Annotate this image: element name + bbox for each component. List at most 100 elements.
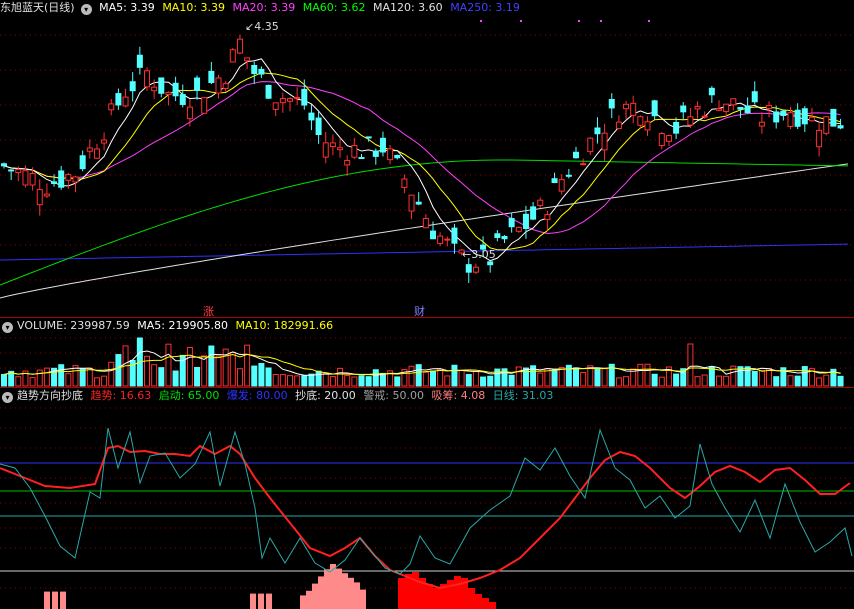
volume-bar xyxy=(708,366,715,387)
candle-body xyxy=(730,98,737,106)
accumulation-bar xyxy=(306,590,312,609)
volume-bar xyxy=(394,376,401,387)
candlestick-chart[interactable] xyxy=(0,0,854,318)
candle-body xyxy=(787,112,794,127)
volume-bar xyxy=(537,372,544,387)
volume-bar xyxy=(623,376,630,387)
candle-body xyxy=(179,94,186,105)
volume-bar xyxy=(773,376,780,387)
volume-bar xyxy=(480,376,487,387)
candle-body xyxy=(837,125,844,129)
volume-bar xyxy=(379,372,386,387)
candle-body xyxy=(801,108,808,125)
candle-body xyxy=(201,97,208,114)
volume-bar xyxy=(816,377,823,387)
candle-body xyxy=(294,96,301,99)
ma60-label: MA60: 3.62 xyxy=(302,1,366,14)
volume-bar xyxy=(158,367,165,387)
volume-bar xyxy=(272,373,279,387)
candle-body xyxy=(301,88,308,106)
candle-body xyxy=(351,145,358,158)
candle-body xyxy=(186,106,193,120)
candle-body xyxy=(51,181,58,185)
accumulation-bar-strong xyxy=(398,578,405,609)
candle-body xyxy=(651,100,658,117)
volume-bar xyxy=(15,376,22,387)
candle-body xyxy=(701,115,708,118)
volume-bar xyxy=(694,376,701,387)
candle-body xyxy=(780,110,787,116)
burst-label: 爆发: 80.00 xyxy=(226,389,288,402)
candle-body xyxy=(494,233,501,238)
candle-body xyxy=(501,235,508,240)
candle-body xyxy=(43,193,50,197)
accumulation-bar xyxy=(300,595,306,609)
candle-body xyxy=(673,121,680,134)
accumulation-bar xyxy=(258,593,264,609)
indicator-panel[interactable]: ▾ 趋势方向抄底 趋势: 16.63 启动: 65.00 爆发: 80.00 抄底… xyxy=(0,388,854,609)
signal-dot xyxy=(578,20,580,22)
candle-body xyxy=(515,226,522,232)
indicator-title: 趋势方向抄底 xyxy=(17,389,83,402)
accumulation-bar xyxy=(354,582,360,609)
accumulation-bar-strong xyxy=(433,588,440,609)
volume-bar xyxy=(451,364,458,387)
volume-bar xyxy=(322,372,329,387)
candle-body xyxy=(151,86,158,92)
candle-body xyxy=(265,84,272,99)
candle-body xyxy=(744,105,751,114)
candle-body xyxy=(387,148,394,161)
volume-bar xyxy=(751,370,758,387)
ma5-label: MA5: 3.39 xyxy=(99,1,155,14)
volume-bar xyxy=(465,374,472,387)
indicator-chart[interactable] xyxy=(0,388,854,609)
accumulate-label: 吸筹: 4.08 xyxy=(431,389,486,402)
trend-label: 趋势: 16.63 xyxy=(90,389,152,402)
volume-bar xyxy=(65,373,72,387)
chevron-down-icon[interactable]: ▾ xyxy=(80,4,92,15)
candle-body xyxy=(551,178,558,184)
candle-body xyxy=(208,70,215,83)
accumulation-bar-strong xyxy=(475,594,482,609)
volume-bar xyxy=(101,375,108,387)
chevron-down-icon[interactable]: ▾ xyxy=(2,322,13,333)
volume-panel[interactable]: ▾ VOLUME: 239987.59 MA5: 219905.80 MA10: … xyxy=(0,318,854,388)
signal-dot xyxy=(520,20,522,22)
chevron-down-icon[interactable]: ▾ xyxy=(2,392,13,403)
candle-body xyxy=(379,137,386,153)
volume-bar xyxy=(515,366,522,387)
volume-header: ▾ VOLUME: 239987.59 MA5: 219905.80 MA10: … xyxy=(0,318,337,334)
candle-body xyxy=(544,214,551,221)
accumulation-bar xyxy=(324,569,330,609)
candle-body xyxy=(101,139,108,144)
ma250-line xyxy=(0,243,849,261)
event-marker-zhang[interactable]: 涨 xyxy=(203,303,214,318)
candle-body xyxy=(172,82,179,97)
accumulation-bar xyxy=(336,568,342,609)
volume-bar xyxy=(29,377,36,387)
candle-body xyxy=(58,170,65,188)
volume-bar xyxy=(258,363,265,387)
candle-body xyxy=(751,91,758,103)
candle-body xyxy=(401,178,408,188)
event-marker-cai[interactable]: 财 xyxy=(414,303,425,318)
volume-bar xyxy=(329,376,336,387)
volume-bar xyxy=(294,375,301,387)
volume-bar xyxy=(236,368,243,387)
candle-body xyxy=(15,168,22,173)
candle-body xyxy=(287,98,293,102)
candle-body xyxy=(244,57,251,62)
candle-body xyxy=(144,70,150,88)
candle-body xyxy=(93,148,100,159)
accumulation-bar xyxy=(44,591,50,609)
volume-bar xyxy=(265,367,272,387)
accumulation-bar-strong xyxy=(482,598,489,609)
volume-bar xyxy=(687,343,694,387)
candle-body xyxy=(229,49,236,63)
candle-body xyxy=(601,132,608,151)
volume-bar xyxy=(522,367,529,387)
candle-body xyxy=(580,163,587,166)
price-panel[interactable]: 东旭蓝天(日线) ▾ MA5: 3.39 MA10: 3.39 MA20: 3.3… xyxy=(0,0,854,318)
candle-body xyxy=(637,116,644,126)
volume-bar xyxy=(658,376,665,387)
